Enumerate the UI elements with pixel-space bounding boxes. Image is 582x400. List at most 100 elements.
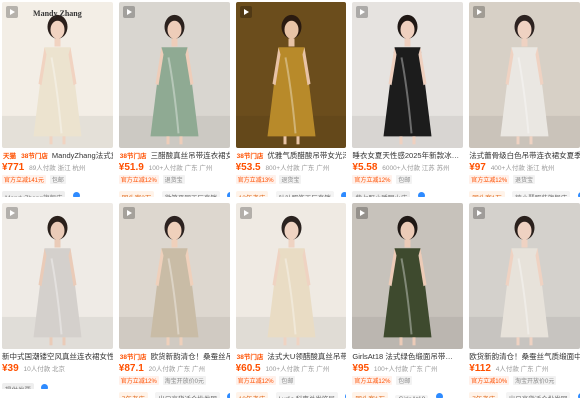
product-card[interactable]: 欧货新韵清仓！桑蚕丝气质缎面中长… ¥112 4人付款 广东 广州 官方立减10… xyxy=(469,203,580,400)
product-image[interactable] xyxy=(352,2,464,148)
price-row: ¥771 89人付款 浙江 杭州 xyxy=(2,162,113,173)
product-card[interactable]: 睡衣女夏天性感2025年新款冰… ¥5.58 6000+人付款 江苏 苏州 官方… xyxy=(352,2,464,199)
store-name[interactable]: 叶叶服饰工厂直销 xyxy=(275,191,334,197)
store-info-icon[interactable] xyxy=(341,192,347,197)
video-play-icon[interactable] xyxy=(122,6,135,18)
store-name[interactable]: Lydia 科率总发饰屋 xyxy=(275,392,338,398)
video-play-icon[interactable] xyxy=(473,6,486,18)
product-title-row[interactable]: 38节门店 优雅气质醋酸吊带女光泽裙… xyxy=(236,151,347,161)
product-image[interactable] xyxy=(469,2,580,148)
promo-row: 官方立减12% 淘宝开放价0元 xyxy=(118,376,230,385)
store-badge[interactable]: 紫七服小睡眠小店 xyxy=(352,191,411,197)
product-title: MandyZhang法式重… xyxy=(51,151,113,160)
store-row[interactable]: 13年老店 叶叶服饰工厂直销 xyxy=(235,187,347,197)
product-price: ¥39 xyxy=(2,363,19,374)
store-info-icon[interactable] xyxy=(577,192,580,197)
store-info-icon[interactable] xyxy=(72,192,80,197)
store-info-icon[interactable] xyxy=(227,393,230,398)
product-card[interactable]: 法式蕾骨级白色吊带连衣裙女夏季轻… ¥97 400+人付款 浙江 杭州 官方立减… xyxy=(469,2,580,199)
store-info-icon[interactable] xyxy=(417,192,425,197)
price-row: ¥87.1 20人付款 广东 广州 xyxy=(119,363,230,374)
store-row[interactable]: 回头客1万 GirlsAt18 xyxy=(352,388,463,398)
store-badge[interactable]: 回头客2万 xyxy=(118,191,155,197)
product-title: 新中式国潮镂空风真丝连衣裙女性… xyxy=(2,352,113,361)
video-play-icon[interactable] xyxy=(239,6,252,18)
store-row[interactable]: 回头客2万 微笑平园工厂直销 xyxy=(118,187,230,197)
service-badge: 包邮 xyxy=(396,376,413,385)
store-row[interactable]: 7年老店 出口高货适合批发网 xyxy=(469,388,580,398)
store-name[interactable]: 微笑平园工厂直销 xyxy=(161,191,220,197)
product-price: ¥112 xyxy=(469,363,491,374)
product-card[interactable]: 新中式国潮镂空风真丝连衣裙女性… ¥39 10人付款 北京 提供发票 xyxy=(2,203,113,400)
product-price: ¥60.5 xyxy=(235,363,261,374)
price-row: ¥39 10人付款 北京 xyxy=(2,363,113,374)
store-info-icon[interactable] xyxy=(41,384,49,389)
promo-row: 官方立减12% 包邮 xyxy=(235,376,347,385)
store-info-icon[interactable] xyxy=(577,393,580,398)
store-row[interactable]: 回头客1万 粽小慧服装旗舰店 xyxy=(469,187,580,197)
store-badge[interactable]: 回头客1万 xyxy=(352,392,389,398)
store-name[interactable]: 出口高货适合批发网 xyxy=(155,392,220,398)
store-badge[interactable]: 提供发票 xyxy=(2,383,34,389)
store-info-icon[interactable] xyxy=(345,393,347,398)
product-title-row[interactable]: 38节门店 三醋酸真丝吊带连衣裙女夏… xyxy=(119,151,230,161)
product-title: 优雅气质醋酸吊带女光泽裙… xyxy=(267,151,347,160)
product-card[interactable]: 38节门店 优雅气质醋酸吊带女光泽裙… ¥53.5 800+人付款 广东 广州 … xyxy=(235,2,347,199)
discount-badge: 官方立减141元 xyxy=(2,175,47,184)
store-badge[interactable]: 10年老店 xyxy=(235,392,269,398)
promo-row: 官方立减10% 淘宝开放价0元 xyxy=(469,376,580,385)
store-row[interactable]: 7年老店 出口高货适合批发网 xyxy=(118,388,230,398)
store-info-icon[interactable] xyxy=(435,393,443,398)
store-badge[interactable]: MandyZhang旗舰店 xyxy=(2,191,66,197)
video-play-icon[interactable] xyxy=(356,207,369,219)
product-title-row[interactable]: 新中式国潮镂空风真丝连衣裙女性… xyxy=(2,352,113,362)
store-badge[interactable]: 13年老店 xyxy=(235,191,269,197)
store-name[interactable]: 粽小慧服装旗舰店 xyxy=(512,191,571,197)
product-image[interactable] xyxy=(352,203,464,349)
product-card[interactable]: 38节门店 法式大U领醋酸真丝吊带连衣… ¥60.5 100+人付款 广东 广州… xyxy=(235,203,347,400)
video-play-icon[interactable] xyxy=(6,207,18,219)
product-title-row[interactable]: 38节门店 欧货新韵清仓！桑蚕丝吊带… xyxy=(119,352,230,362)
store-name[interactable]: GirlsAt18 xyxy=(395,395,429,398)
product-card[interactable]: 38节门店 三醋酸真丝吊带连衣裙女夏… ¥51.9 100+人付款 广东 广州 … xyxy=(118,2,230,199)
title-tag: 38节门店 xyxy=(236,354,264,361)
sales-location: 10人付款 北京 xyxy=(23,366,66,373)
store-row[interactable]: 10年老店 Lydia 科率总发饰屋 xyxy=(235,388,347,398)
product-card[interactable]: Mandy Zhang 天猫 38节门店 MandyZhang法式重… ¥771… xyxy=(2,2,113,199)
discount-badge: 官方立减12% xyxy=(352,376,393,385)
product-title-row[interactable]: 天猫 38节门店 MandyZhang法式重… xyxy=(2,151,113,161)
store-row[interactable]: 提供发票 xyxy=(2,379,113,389)
product-title-row[interactable]: 欧货新韵清仓！桑蚕丝气质缎面中长… xyxy=(469,352,580,362)
price-row: ¥53.5 800+人付款 广东 广州 xyxy=(236,162,347,173)
product-title-row[interactable]: 38节门店 法式大U领醋酸真丝吊带连衣… xyxy=(236,352,347,362)
store-row[interactable]: 紫七服小睡眠小店 xyxy=(352,187,463,197)
video-play-icon[interactable] xyxy=(122,207,135,219)
video-play-icon[interactable] xyxy=(473,207,486,219)
store-row[interactable]: MandyZhang旗舰店 xyxy=(2,187,113,197)
discount-badge: 官方立减12% xyxy=(235,376,276,385)
store-badge[interactable]: 回头客1万 xyxy=(469,191,505,197)
product-image[interactable] xyxy=(2,203,113,349)
title-tag-2: 38节门店 xyxy=(21,153,48,160)
video-play-icon[interactable] xyxy=(356,6,369,18)
product-price: ¥97 xyxy=(469,162,486,173)
product-image[interactable] xyxy=(469,203,580,349)
product-image[interactable] xyxy=(235,2,347,148)
store-badge[interactable]: 7年老店 xyxy=(118,392,148,398)
product-title-row[interactable]: 睡衣女夏天性感2025年新款冰… xyxy=(352,151,463,161)
product-card[interactable]: GirlsAt18 法式绿色缎面吊带… ¥95 100+人付款 广东 广州 官方… xyxy=(352,203,464,400)
product-image[interactable] xyxy=(118,203,230,349)
product-title-row[interactable]: 法式蕾骨级白色吊带连衣裙女夏季轻… xyxy=(469,151,580,161)
product-price: ¥87.1 xyxy=(118,363,144,374)
product-title-row[interactable]: GirlsAt18 法式绿色缎面吊带… xyxy=(352,352,463,362)
product-card[interactable]: 38节门店 欧货新韵清仓！桑蚕丝吊带… ¥87.1 20人付款 广东 广州 官方… xyxy=(118,203,230,400)
store-info-icon[interactable] xyxy=(227,192,230,197)
product-image[interactable] xyxy=(235,203,347,349)
product-image[interactable]: Mandy Zhang xyxy=(2,2,113,148)
sales-location: 800+人付款 广东 广州 xyxy=(265,165,330,172)
video-play-icon[interactable] xyxy=(239,207,252,219)
service-badge: 退货宝 xyxy=(162,175,185,184)
store-badge[interactable]: 7年老店 xyxy=(469,392,499,398)
store-name[interactable]: 出口高货适合批发网 xyxy=(505,392,571,398)
product-image[interactable] xyxy=(118,2,230,148)
